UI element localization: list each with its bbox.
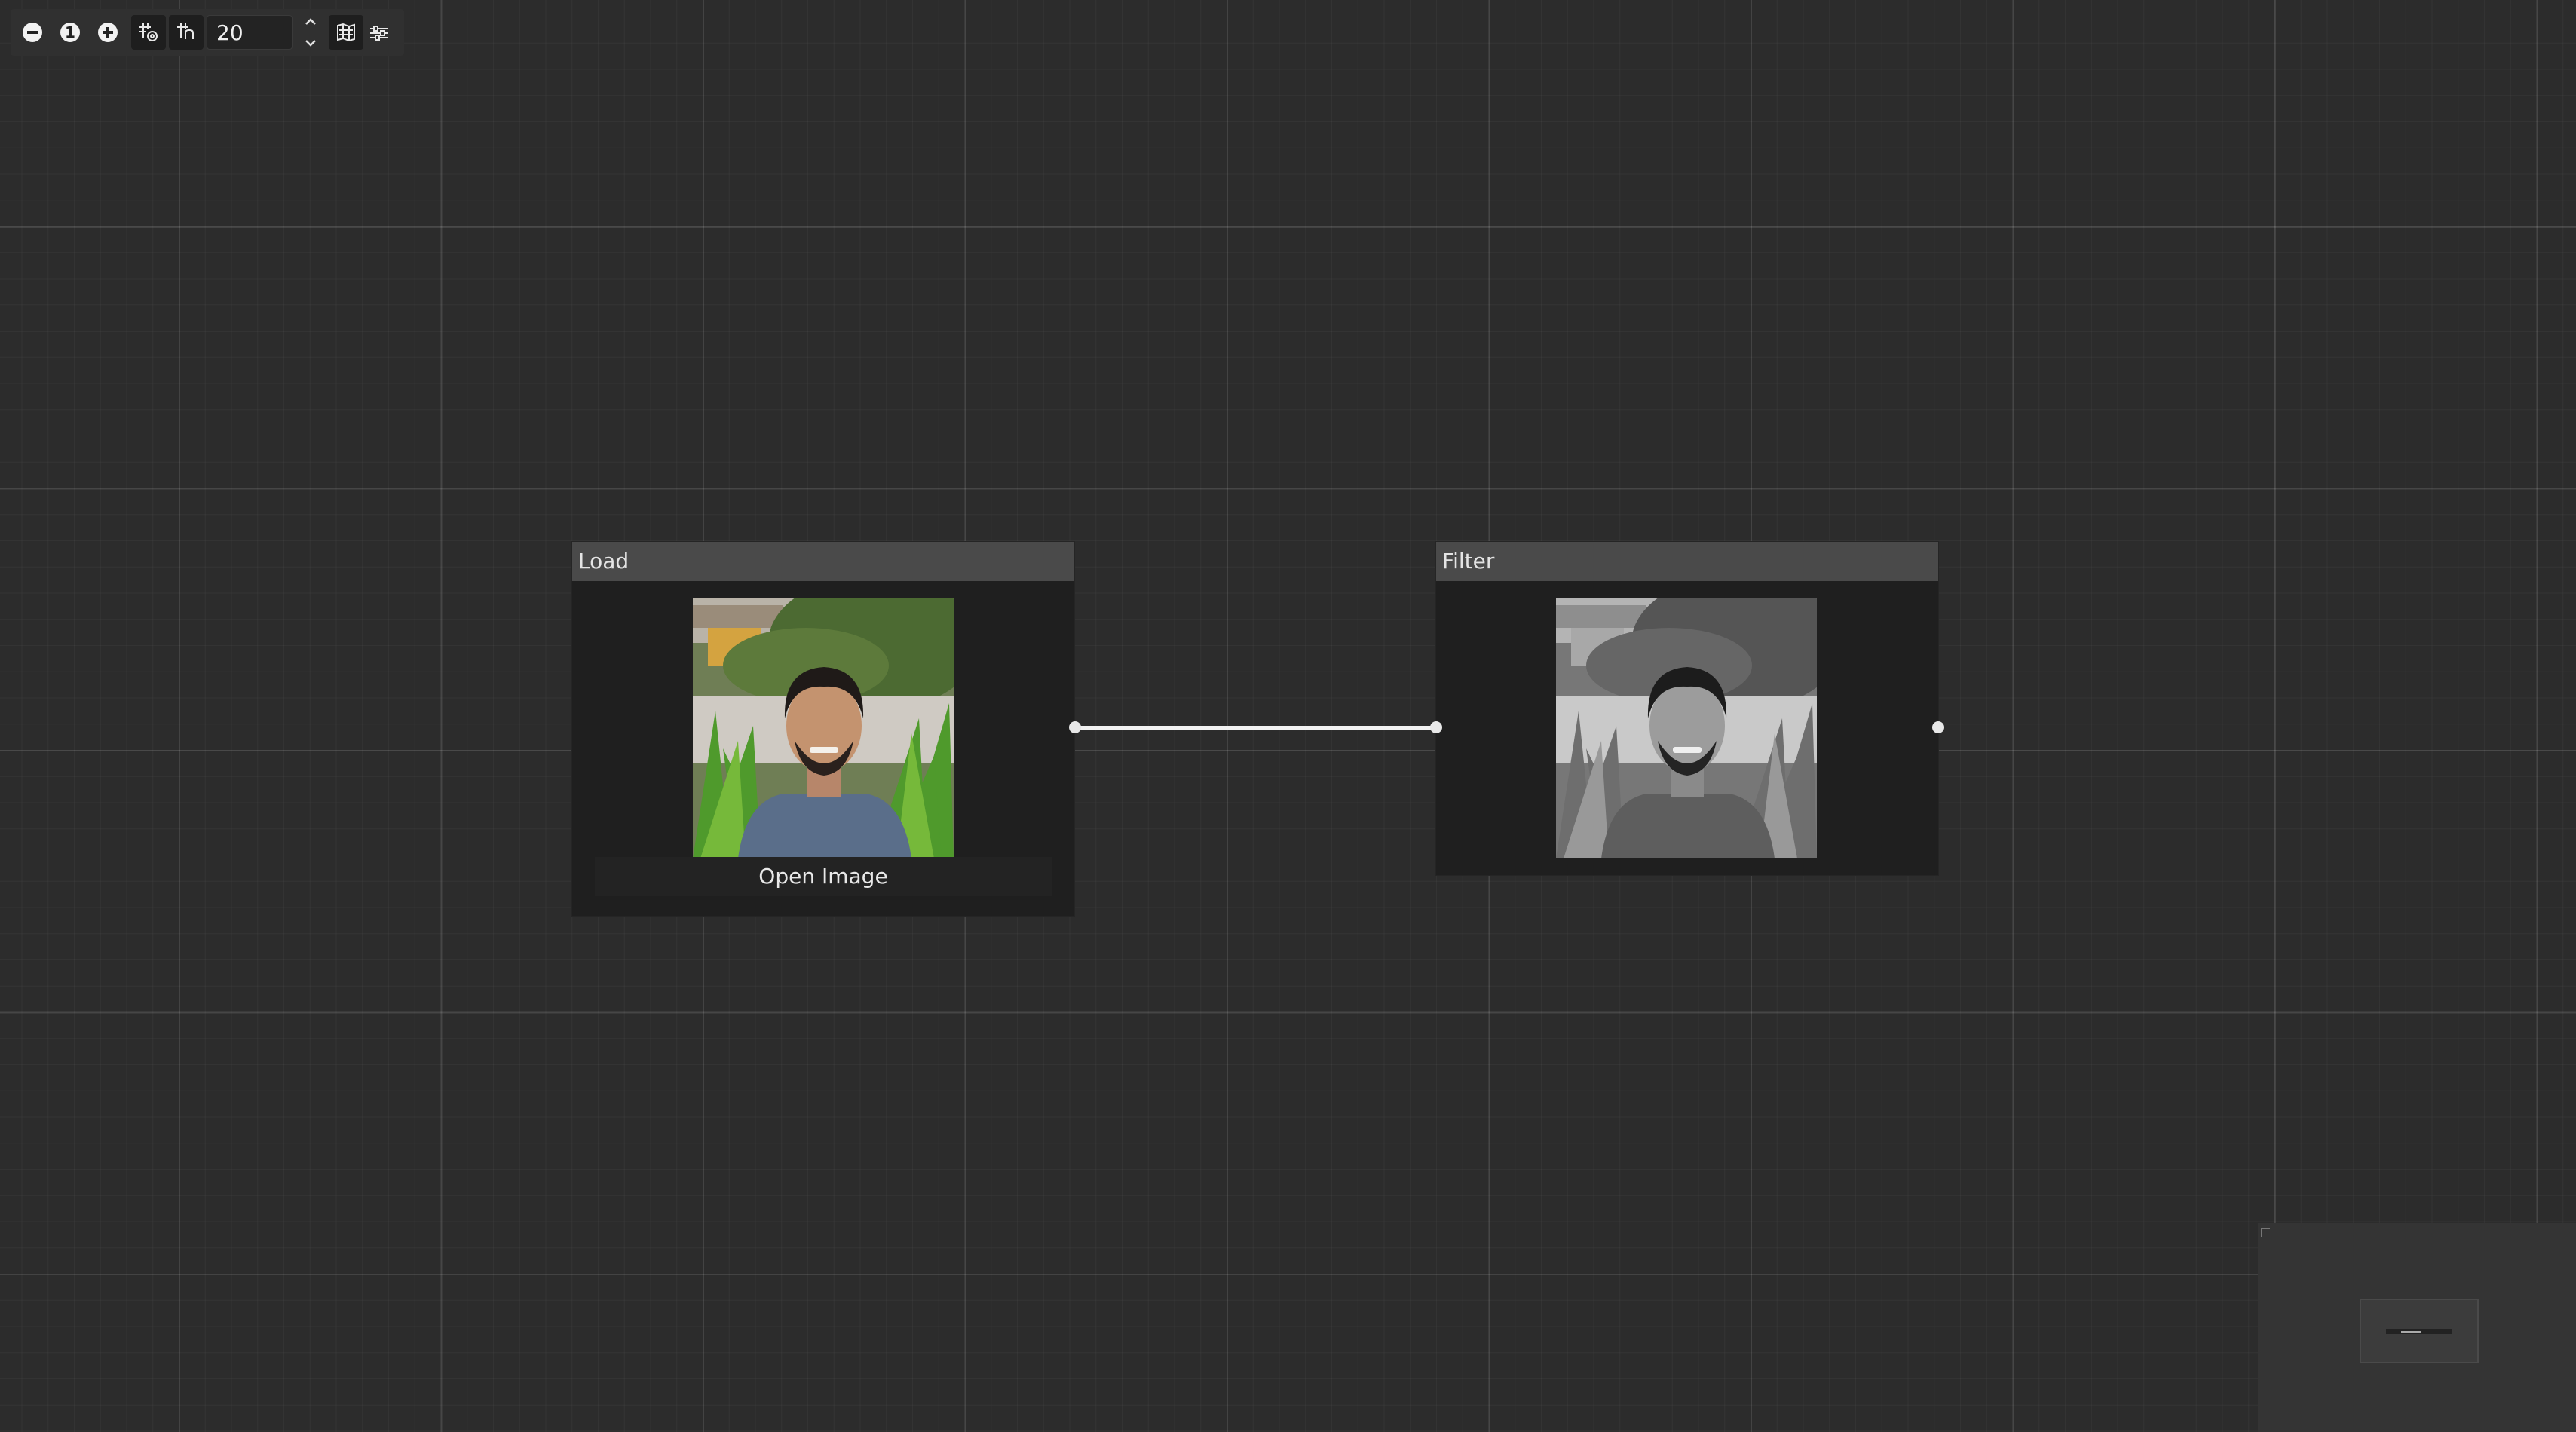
minimap-link-line [2401, 1331, 2421, 1333]
color-portrait-image [693, 598, 954, 858]
node-connection-link[interactable] [1075, 726, 1435, 730]
load-node[interactable]: Load Open Image [572, 542, 1074, 916]
load-output-port[interactable] [1069, 721, 1081, 733]
filter-output-port[interactable] [1932, 721, 1944, 733]
reset-zoom-button[interactable]: 1 [57, 20, 83, 45]
sliders-icon [370, 26, 388, 41]
settings-button[interactable] [366, 20, 392, 45]
snap-node-icon [177, 23, 194, 39]
zoom-in-button[interactable] [95, 20, 121, 45]
minimap-toggle-button[interactable] [329, 15, 363, 50]
load-node-title[interactable]: Load [572, 542, 1074, 581]
reset-zoom-icon: 1 [60, 23, 80, 42]
minimap-resize-handle[interactable] [2261, 1228, 2270, 1237]
minimap[interactable] [2258, 1223, 2576, 1432]
editor-toolbar: 1 [11, 9, 404, 56]
grayscale-portrait-image [1556, 598, 1817, 858]
snap-to-grid-button[interactable] [131, 15, 166, 50]
snap-to-node-button[interactable] [169, 15, 204, 50]
open-image-button[interactable]: Open Image [595, 857, 1052, 896]
zoom-out-icon [23, 23, 42, 42]
filter-node-title[interactable]: Filter [1436, 542, 1938, 581]
zoom-in-icon [98, 23, 118, 42]
grid-size-input[interactable] [207, 15, 293, 50]
minimap-icon [337, 23, 355, 42]
snap-grid-icon [139, 23, 158, 41]
zoom-out-button[interactable] [20, 20, 45, 45]
node-editor-canvas[interactable] [0, 0, 2576, 1432]
filter-input-port[interactable] [1430, 721, 1442, 733]
filter-node[interactable]: Filter [1436, 542, 1938, 875]
stepper-arrows-icon [305, 18, 316, 47]
grid-size-stepper[interactable] [300, 15, 321, 50]
